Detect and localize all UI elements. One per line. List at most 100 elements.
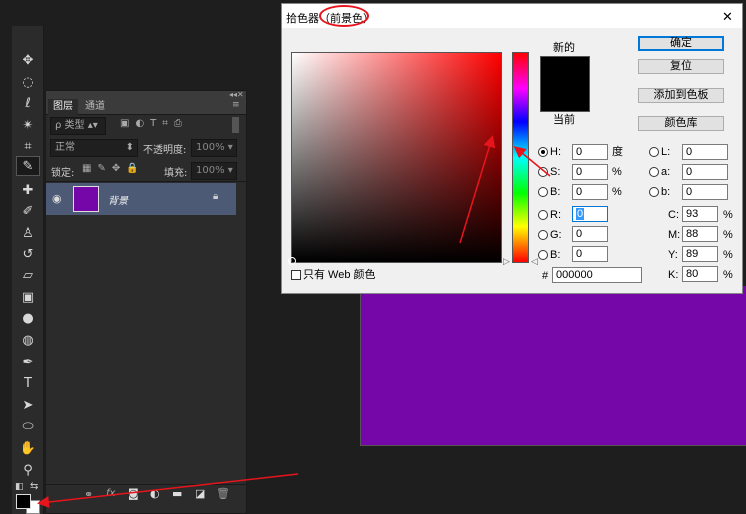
zoom-tool-icon[interactable]: ⚲ [16, 460, 40, 480]
brush-tool-icon[interactable]: ✐ [16, 201, 40, 221]
h-radio[interactable] [538, 147, 548, 157]
move-tool-icon[interactable]: ✥ [16, 50, 40, 70]
clone-stamp-tool-icon[interactable]: ♙ [16, 223, 40, 243]
l-radio[interactable] [649, 147, 659, 157]
color-field-cursor[interactable] [288, 257, 296, 265]
lock-icon: 🔒︎ [213, 191, 219, 202]
k-label: K: [668, 269, 679, 281]
new-layer-icon[interactable]: ◪ [195, 487, 205, 500]
gradient-tool-icon[interactable]: ▣ [16, 287, 40, 307]
web-only-checkbox[interactable] [291, 270, 301, 280]
crop-tool-icon[interactable]: ⌗ [16, 136, 40, 156]
s-field[interactable]: 0 [572, 164, 608, 180]
marquee-tool-icon[interactable]: ◌ [16, 72, 40, 92]
b-unit: % [612, 186, 622, 198]
hand-tool-icon[interactable]: ✋ [16, 438, 40, 458]
k-unit: % [723, 269, 733, 281]
ok-button[interactable]: 确定 [638, 36, 724, 51]
blue-radio[interactable] [538, 250, 548, 260]
lab-b-field[interactable]: 0 [682, 184, 728, 200]
panel-collapse-icon[interactable]: ◂◂ [229, 90, 237, 99]
blend-mode-select[interactable]: 正常 ⬍ [50, 139, 138, 157]
footer-divider [46, 484, 248, 485]
folder-icon[interactable]: ▬ [172, 487, 182, 500]
hue-slider-left-arrow[interactable]: ▷ [503, 256, 510, 267]
h-label: H: [550, 146, 561, 158]
a-radio[interactable] [649, 167, 659, 177]
eye-icon[interactable]: ◉ [52, 192, 62, 205]
layers-panel: ◂◂ ✕ 图层 通道 ≡ ρ 类型 ▴▾ ▣◐T⌗⎙ 正常 ⬍ 不透明度: 100… [45, 90, 248, 514]
filter-icons[interactable]: ▣◐T⌗⎙ [120, 118, 188, 129]
color-field[interactable] [291, 52, 502, 263]
link-layers-icon[interactable]: ⚭ [84, 488, 93, 501]
c-unit: % [723, 209, 733, 221]
history-brush-tool-icon[interactable]: ↺ [16, 244, 40, 264]
hex-field[interactable]: 000000 [552, 267, 642, 283]
filter-toggle[interactable] [232, 117, 239, 133]
h-field[interactable]: 0 [572, 144, 608, 160]
y-unit: % [723, 249, 733, 261]
m-label: M: [668, 229, 681, 241]
b-field[interactable]: 0 [572, 184, 608, 200]
type-tool-icon[interactable]: T [16, 373, 40, 393]
mask-icon[interactable]: ◙ [128, 487, 139, 500]
healing-brush-tool-icon[interactable]: ✚ [16, 180, 40, 200]
new-label: 新的 [553, 42, 575, 54]
hue-slider[interactable] [512, 52, 529, 263]
swap-colors-icon[interactable]: ⇆ [30, 481, 38, 492]
m-field[interactable]: 88 [682, 226, 718, 242]
path-selection-tool-icon[interactable]: ➤ [16, 395, 40, 415]
lock-icons[interactable]: ▦✎✥🔒 [82, 163, 145, 174]
opacity-field[interactable]: 100% ▾ [191, 139, 237, 157]
layers-panel-tabs: ◂◂ ✕ 图层 通道 ≡ [46, 90, 246, 115]
magic-wand-tool-icon[interactable]: ✴ [16, 115, 40, 135]
y-field[interactable]: 89 [682, 246, 718, 262]
s-radio[interactable] [538, 167, 548, 177]
layer-row[interactable]: ◉ 背景 🔒︎ [46, 183, 236, 215]
c-field[interactable]: 93 [682, 206, 718, 222]
layer-thumbnail [73, 186, 99, 212]
g-field[interactable]: 0 [572, 226, 608, 242]
k-field[interactable]: 80 [682, 266, 718, 282]
filter-kind-value: ρ 类型 [55, 120, 85, 131]
eraser-tool-icon[interactable]: ▱ [16, 265, 40, 285]
g-radio[interactable] [538, 230, 548, 240]
r-label: R: [550, 209, 561, 221]
fill-field[interactable]: 100% ▾ [191, 162, 237, 180]
r-radio[interactable] [538, 210, 548, 220]
blue-field[interactable]: 0 [572, 246, 608, 262]
blend-mode-value: 正常 [55, 142, 75, 153]
panel-menu-icon[interactable]: ≡ [232, 100, 240, 110]
default-colors-icon[interactable]: ◧ [15, 482, 24, 492]
lasso-tool-icon[interactable]: ℓ [16, 93, 40, 113]
close-icon[interactable]: ✕ [722, 9, 733, 25]
hue-slider-right-arrow[interactable]: ◁ [531, 256, 538, 267]
tab-channels[interactable]: 通道 [80, 99, 110, 115]
tab-layers[interactable]: 图层 [48, 99, 78, 115]
add-to-swatches-button[interactable]: 添加到色板 [638, 88, 724, 103]
b-radio[interactable] [538, 187, 548, 197]
title-annotation-circle [319, 5, 369, 27]
r-field[interactable]: 0 [572, 206, 608, 222]
lab-b-radio[interactable] [649, 187, 659, 197]
foreground-color-swatch[interactable] [16, 494, 31, 509]
adjustment-icon[interactable]: ◐ [150, 487, 160, 500]
eyedropper-tool-icon[interactable]: ✎ [16, 156, 40, 176]
fill-value: 100% [196, 165, 225, 176]
pen-tool-icon[interactable]: ✒ [16, 352, 40, 372]
filter-kind-select[interactable]: ρ 类型 ▴▾ [50, 117, 106, 135]
panel-close-icon[interactable]: ✕ [237, 90, 244, 99]
fx-icon[interactable]: fx [106, 488, 115, 499]
dialog-titlebar: 拾色器（前景色） ✕ [282, 4, 742, 28]
a-field[interactable]: 0 [682, 164, 728, 180]
reset-button[interactable]: 复位 [638, 59, 724, 74]
color-libraries-button[interactable]: 颜色库 [638, 116, 724, 131]
m-unit: % [723, 229, 733, 241]
shape-tool-icon[interactable]: ⬭ [16, 416, 40, 436]
h-unit: 度 [612, 146, 623, 158]
document-canvas[interactable] [360, 286, 746, 446]
trash-icon[interactable]: 🗑︎ [216, 487, 230, 500]
l-field[interactable]: 0 [682, 144, 728, 160]
blur-tool-icon[interactable]: ● [16, 308, 40, 328]
dodge-tool-icon[interactable]: ◍ [16, 330, 40, 350]
